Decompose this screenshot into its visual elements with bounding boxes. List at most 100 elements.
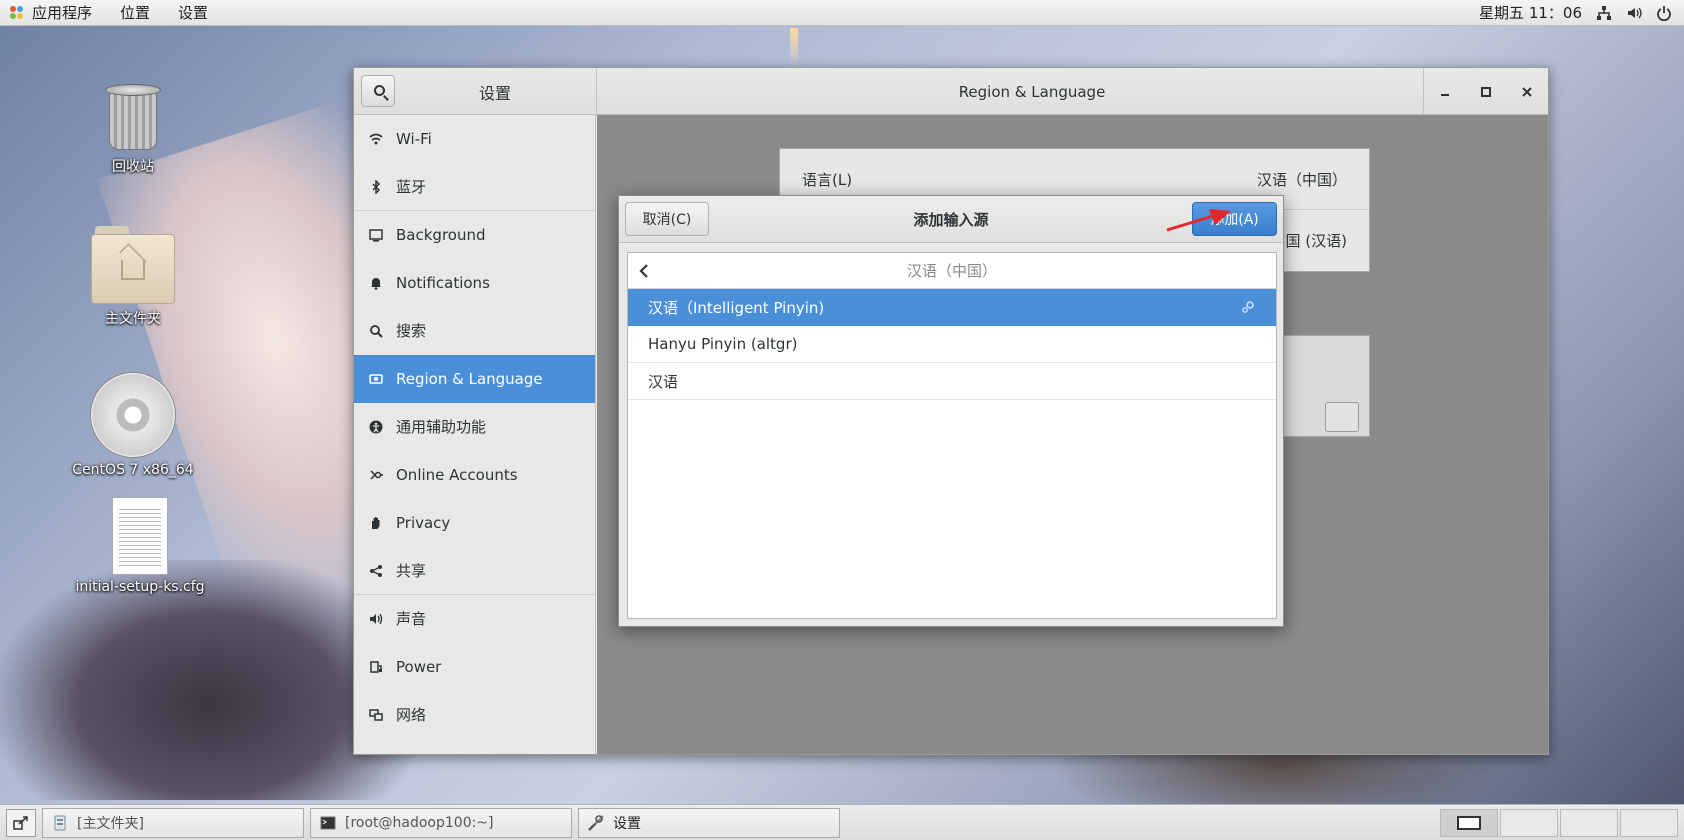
terminal-icon: [319, 814, 337, 832]
sidebar-item-label: 共享: [396, 562, 427, 580]
background-icon: [368, 227, 384, 243]
menu-places[interactable]: 位置: [106, 0, 164, 25]
settings-header-bar: 设置 Region & Language: [354, 68, 1548, 115]
region-icon: [368, 371, 384, 387]
sidebar-item-wifi[interactable]: Wi-Fi: [354, 115, 595, 163]
sidebar-item-online-accounts[interactable]: Online Accounts: [354, 451, 595, 499]
dialog-title: 添加输入源: [913, 211, 989, 229]
workspace-2[interactable]: [1500, 808, 1558, 837]
privacy-hand-icon: [368, 515, 384, 531]
close-button[interactable]: [1515, 80, 1539, 104]
wifi-icon: [368, 131, 384, 147]
sidebar-item-notifications[interactable]: Notifications: [354, 259, 595, 307]
speaker-icon: [368, 611, 384, 627]
workspace-window-thumb: [1457, 815, 1481, 830]
settings-sidebar: Wi-Fi 蓝牙 Background Notifications 搜索 Reg…: [354, 115, 596, 754]
list-item[interactable]: 汉语（Intelligent Pinyin): [628, 289, 1276, 326]
online-accounts-icon: [368, 467, 384, 483]
list-item-label: 汉语（Intelligent Pinyin): [648, 298, 825, 317]
bell-icon: [368, 275, 384, 291]
sidebar-item-region-language[interactable]: Region & Language: [354, 355, 595, 403]
network-wired-icon[interactable]: [1596, 5, 1612, 21]
maximize-icon: [1480, 86, 1491, 97]
bottom-taskbar: [主文件夹] [root@hadoop100:~] 设置: [0, 804, 1684, 840]
taskbar-item-settings[interactable]: 设置: [578, 807, 840, 838]
add-input-source-dialog: 取消(C) 添加输入源 添加(A) 汉语（中国） 汉语（Intelligent …: [618, 195, 1284, 627]
wallpaper-light-streak: [790, 28, 798, 68]
list-item-label: 汉语: [648, 372, 679, 391]
sidebar-item-label: 声音: [396, 610, 427, 628]
workspace-1[interactable]: [1440, 808, 1498, 837]
list-item[interactable]: Hanyu Pinyin (altgr): [628, 326, 1276, 363]
minimize-button[interactable]: [1433, 80, 1457, 104]
menu-settings[interactable]: 设置: [164, 0, 222, 25]
sidebar-item-sound[interactable]: 声音: [354, 595, 595, 643]
desktop-icon-cfg-file[interactable]: initial-setup-ks.cfg: [70, 497, 210, 595]
taskbar-item-terminal[interactable]: [root@hadoop100:~]: [310, 807, 572, 838]
taskbar-item-label: [主文件夹]: [77, 815, 144, 832]
workspace-3[interactable]: [1560, 808, 1618, 837]
list-header: 汉语（中国）: [628, 253, 1276, 289]
top-panel: 应用程序 位置 设置 星期五 11：06: [0, 0, 1684, 26]
taskbar-item-label: [root@hadoop100:~]: [345, 814, 494, 831]
desktop-icon-home[interactable]: 主文件夹: [63, 224, 203, 328]
desktop-icon-label: initial-setup-ks.cfg: [75, 579, 205, 595]
preferences-gear-icon[interactable]: [1240, 299, 1256, 315]
maximize-button[interactable]: [1474, 80, 1498, 104]
system-tray: 星期五 11：06: [1479, 2, 1684, 23]
network-icon: [368, 707, 384, 723]
sidebar-item-label: Notifications: [396, 273, 490, 292]
sidebar-item-power[interactable]: Power: [354, 643, 595, 691]
desktop-icon-label: 回收站: [112, 159, 154, 175]
taskbar-item-file-manager[interactable]: [主文件夹]: [42, 807, 304, 838]
language-label: 语言(L): [802, 170, 853, 189]
sidebar-item-label: 搜索: [396, 322, 427, 340]
close-icon: [1522, 86, 1533, 97]
back-chevron-icon[interactable]: [634, 261, 654, 281]
search-icon: [368, 323, 384, 339]
sidebar-item-accessibility[interactable]: 通用辅助功能: [354, 403, 595, 451]
desktop-icon-cdrom[interactable]: CentOS 7 x86_64: [63, 372, 203, 478]
keyboard-icon[interactable]: [1325, 402, 1359, 432]
language-value: 汉语（中国）: [1256, 170, 1347, 189]
workspace-4[interactable]: [1620, 808, 1678, 837]
desktop-icon-label: 主文件夹: [105, 311, 161, 327]
menu-applications[interactable]: 应用程序: [18, 0, 106, 25]
sidebar-item-label: 蓝牙: [396, 178, 427, 196]
sidebar-item-privacy[interactable]: Privacy: [354, 499, 595, 547]
power-menu-icon[interactable]: [1656, 5, 1672, 21]
sidebar-item-bluetooth[interactable]: 蓝牙: [354, 163, 595, 211]
minimize-icon: [1440, 93, 1449, 96]
sidebar-item-background[interactable]: Background: [354, 211, 595, 259]
sidebar-item-label: Online Accounts: [396, 465, 518, 484]
sidebar-item-search[interactable]: 搜索: [354, 307, 595, 355]
bluetooth-icon: [368, 179, 384, 195]
clock[interactable]: 星期五 11：06: [1479, 2, 1582, 23]
text-file-icon: [112, 497, 168, 575]
home-folder-icon: [91, 224, 175, 304]
power-icon: [368, 659, 384, 675]
cancel-button[interactable]: 取消(C): [625, 202, 709, 236]
workspace-switcher: [1438, 805, 1678, 840]
volume-icon[interactable]: [1626, 5, 1642, 21]
share-icon: [368, 563, 384, 579]
file-manager-icon: [51, 814, 69, 832]
list-item[interactable]: 汉语: [628, 363, 1276, 400]
desktop-icon-trash[interactable]: 回收站: [63, 80, 203, 176]
trash-icon: [103, 80, 163, 152]
sidebar-item-label: Privacy: [396, 513, 451, 532]
accessibility-icon: [368, 419, 384, 435]
cdrom-icon: [90, 372, 176, 458]
input-source-list: 汉语（中国） 汉语（Intelligent Pinyin) Hanyu Piny…: [627, 252, 1277, 619]
search-button[interactable]: [361, 75, 395, 107]
show-desktop-icon: [13, 815, 28, 830]
desktop-icon-label: CentOS 7 x86_64: [72, 462, 194, 478]
sidebar-item-sharing[interactable]: 共享: [354, 547, 595, 595]
show-desktop-button[interactable]: [6, 808, 36, 837]
dialog-header: 取消(C) 添加输入源 添加(A): [619, 196, 1283, 243]
sidebar-item-network[interactable]: 网络: [354, 691, 595, 739]
applications-menu-icon: [10, 5, 24, 20]
sidebar-item-label: Wi-Fi: [396, 129, 432, 148]
add-button[interactable]: 添加(A): [1192, 202, 1277, 236]
list-item-label: Hanyu Pinyin (altgr): [648, 335, 798, 353]
